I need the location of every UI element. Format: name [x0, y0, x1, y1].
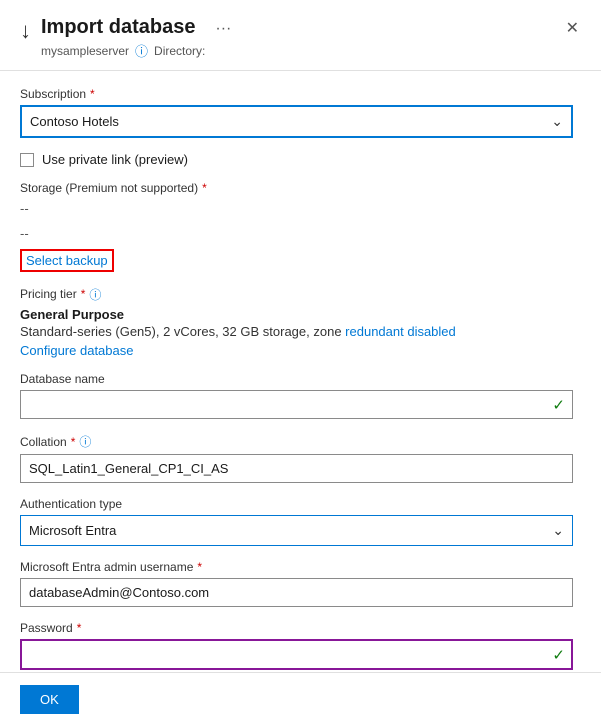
pricing-tier-required: * [81, 287, 86, 301]
pricing-tier-label: Pricing tier * ⓘ [20, 286, 573, 303]
header-title-group: Import database mysampleserver ⓘ Directo… [41, 16, 205, 60]
database-name-label: Database name [20, 372, 573, 386]
collation-input[interactable] [20, 454, 573, 483]
chevron-down-icon: ⌄ [552, 522, 564, 539]
storage-field-group: Storage (Premium not supported) * -- -- … [20, 181, 573, 272]
storage-line2: -- [20, 224, 573, 245]
admin-username-input[interactable] [20, 578, 573, 607]
subscription-required: * [90, 87, 95, 101]
header-subtitle: mysampleserver ⓘ Directory: [41, 41, 205, 60]
chevron-down-icon: ⌄ [551, 113, 563, 130]
server-name: mysampleserver [41, 44, 129, 58]
panel-footer: OK [0, 672, 601, 726]
auth-type-field-group: Authentication type Microsoft Entra ⌄ [20, 497, 573, 546]
private-link-label: Use private link (preview) [42, 152, 188, 167]
password-input[interactable] [20, 639, 573, 670]
admin-username-label: Microsoft Entra admin username * [20, 560, 573, 574]
password-required: * [77, 621, 82, 635]
pricing-tier-name: General Purpose [20, 307, 573, 322]
collation-info-icon[interactable]: ⓘ [79, 433, 91, 450]
subscription-select[interactable]: Contoso Hotels ⌄ [20, 105, 573, 138]
close-button[interactable]: ✕ [560, 16, 585, 40]
admin-username-field-group: Microsoft Entra admin username * [20, 560, 573, 607]
check-icon: ✓ [552, 396, 565, 414]
admin-username-required: * [197, 560, 202, 574]
password-label: Password * [20, 621, 573, 635]
subscription-label: Subscription * [20, 87, 573, 101]
directory-label: Directory: [154, 44, 205, 58]
database-name-input-wrapper: ✓ [20, 390, 573, 419]
storage-required: * [202, 181, 207, 195]
storage-line1: -- [20, 199, 573, 220]
auth-type-select[interactable]: Microsoft Entra ⌄ [20, 515, 573, 546]
database-name-group: Database name ✓ [20, 372, 573, 419]
private-link-row: Use private link (preview) [20, 152, 573, 167]
panel-content: Subscription * Contoso Hotels ⌄ Use priv… [0, 71, 601, 672]
private-link-checkbox[interactable] [20, 153, 34, 167]
info-icon[interactable]: ⓘ [135, 41, 148, 60]
auth-type-label: Authentication type [20, 497, 573, 511]
password-field-group: Password * ✓ [20, 621, 573, 670]
collation-field-group: Collation * ⓘ [20, 433, 573, 483]
pricing-tier-group: Pricing tier * ⓘ General Purpose Standar… [20, 286, 573, 359]
collation-label: Collation * ⓘ [20, 433, 573, 450]
panel-header: ↓ Import database mysampleserver ⓘ Direc… [0, 0, 601, 71]
pricing-tier-redundant: redundant disabled [345, 324, 456, 339]
password-check-icon: ✓ [552, 646, 565, 664]
page-title: Import database [41, 16, 205, 39]
select-backup-button[interactable]: Select backup [20, 249, 114, 272]
pricing-tier-detail: Standard-series (Gen5), 2 vCores, 32 GB … [20, 322, 573, 342]
collation-required: * [71, 435, 76, 449]
more-options-button[interactable]: ··· [215, 20, 231, 38]
password-input-wrapper: ✓ [20, 639, 573, 670]
import-icon: ↓ [20, 18, 31, 44]
subscription-field-group: Subscription * Contoso Hotels ⌄ [20, 87, 573, 138]
database-name-input[interactable] [20, 390, 573, 419]
configure-database-link[interactable]: Configure database [20, 343, 133, 358]
auth-type-value: Microsoft Entra [29, 523, 116, 538]
subscription-value: Contoso Hotels [30, 114, 119, 129]
storage-label: Storage (Premium not supported) * [20, 181, 573, 195]
pricing-info-icon[interactable]: ⓘ [89, 286, 101, 303]
ok-button[interactable]: OK [20, 685, 79, 714]
import-database-panel: ↓ Import database mysampleserver ⓘ Direc… [0, 0, 601, 726]
